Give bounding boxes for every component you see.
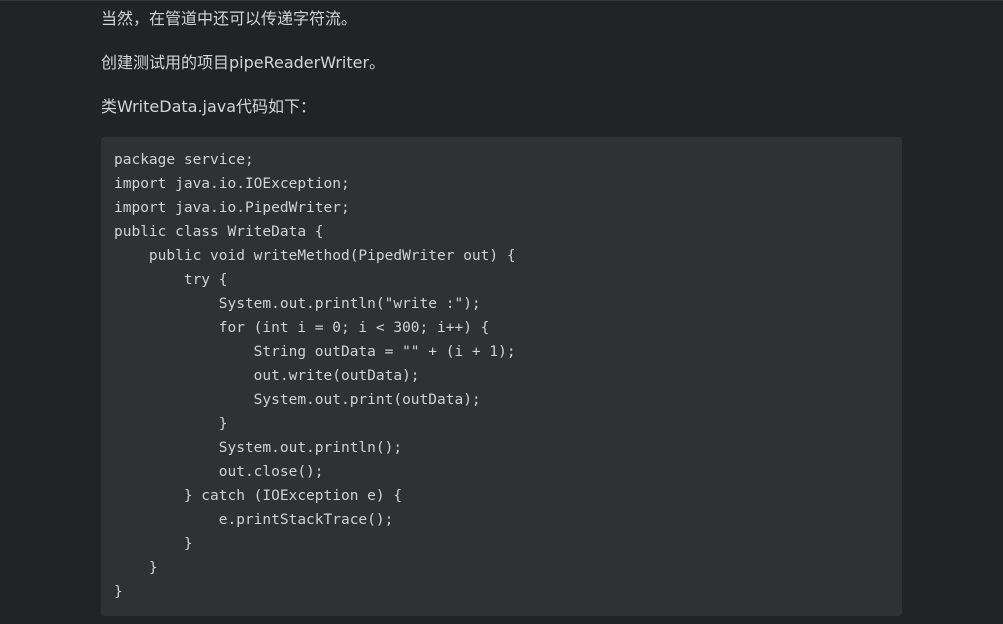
code-line: import java.io.PipedWriter; [114, 200, 350, 216]
code-line: try { [114, 272, 228, 288]
code-line: package service; [114, 152, 254, 168]
code-block[interactable]: package service; import java.io.IOExcept… [101, 137, 902, 616]
code-line: System.out.println(); [114, 440, 403, 456]
code-line: e.printStackTrace(); [114, 512, 394, 528]
code-line: import java.io.IOException; [114, 176, 350, 192]
code-line: public class WriteData { [114, 224, 324, 240]
code-line: public void writeMethod(PipedWriter out)… [114, 248, 516, 264]
code-line: out.write(outData); [114, 368, 420, 384]
top-divider [0, 0, 1003, 1]
code-line: } [114, 416, 228, 432]
paragraph-char-stream: 当然，在管道中还可以传递字符流。 [101, 9, 358, 28]
code-line: for (int i = 0; i < 300; i++) { [114, 320, 490, 336]
code-line: } [114, 536, 193, 552]
code-line: } catch (IOException e) { [114, 488, 403, 504]
code-line: String outData = "" + (i + 1); [114, 344, 516, 360]
code-line: out.close(); [114, 464, 324, 480]
paragraph-create-project: 创建测试用的项目pipeReaderWriter。 [101, 53, 386, 72]
code-line: System.out.print(outData); [114, 392, 481, 408]
code-line: } [114, 560, 158, 576]
paragraph-class-intro: 类WriteData.java代码如下： [101, 97, 317, 116]
code-line: } [114, 584, 123, 600]
code-line: System.out.println("write :"); [114, 296, 481, 312]
